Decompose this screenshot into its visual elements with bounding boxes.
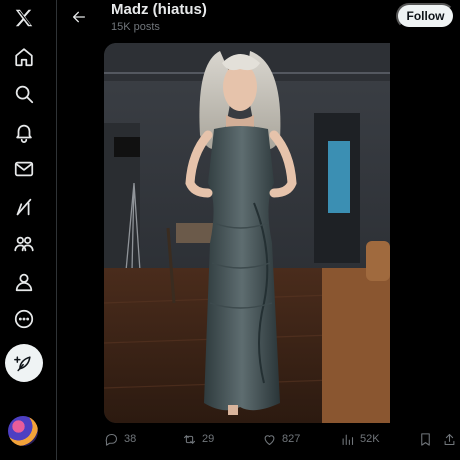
profile-icon[interactable] [0, 264, 48, 300]
reply-count: 38 [124, 433, 137, 445]
feather-plus-icon [14, 356, 31, 372]
profile-name: Madz (hiatus) [111, 1, 207, 18]
views-button[interactable]: 52K [340, 429, 380, 449]
share-button[interactable] [442, 429, 457, 449]
arrow-left-icon [73, 11, 85, 23]
repost-button[interactable]: 29 [182, 429, 214, 449]
more-icon[interactable] [0, 301, 48, 337]
profile-header: Madz (hiatus) 15K posts Follow [58, 0, 460, 40]
reply-button[interactable]: 38 [104, 429, 136, 449]
repost-count: 29 [202, 433, 215, 445]
bookmark-icon [421, 432, 430, 446]
reply-icon [105, 433, 118, 446]
communities-icon[interactable] [0, 226, 48, 262]
media-container[interactable] [104, 43, 456, 423]
bookmark-button[interactable] [418, 429, 433, 449]
mail-icon[interactable] [0, 151, 48, 187]
like-count: 827 [282, 433, 301, 445]
x-logo-icon[interactable] [0, 0, 48, 36]
heart-icon [264, 434, 275, 445]
account-avatar[interactable] [8, 416, 38, 446]
post-count: 15K posts [111, 21, 160, 33]
views-icon [342, 434, 354, 445]
grok-icon[interactable] [0, 189, 48, 225]
post-photo[interactable] [104, 43, 390, 423]
bell-icon[interactable] [0, 114, 48, 150]
home-icon[interactable] [0, 39, 48, 75]
back-button[interactable] [68, 6, 90, 28]
search-icon[interactable] [0, 76, 48, 112]
post-actions: 38 29 827 52K [104, 429, 460, 449]
view-count: 52K [360, 433, 380, 445]
share-icon [444, 433, 455, 445]
follow-button[interactable]: Follow [396, 3, 455, 29]
repost-icon [183, 434, 196, 444]
nav-rail [0, 0, 57, 460]
like-button[interactable]: 827 [262, 429, 300, 449]
compose-post-button[interactable] [5, 344, 43, 382]
